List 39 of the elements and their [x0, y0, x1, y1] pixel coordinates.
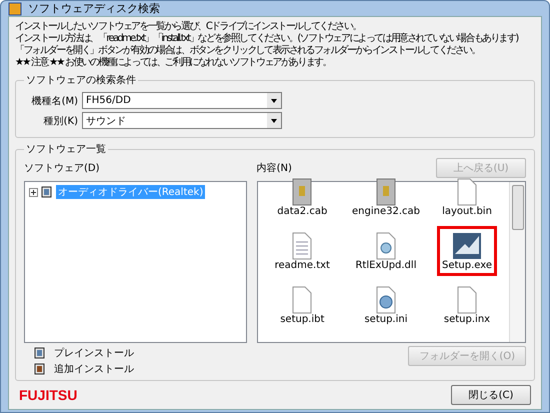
highlighted-file[interactable]: Setup.exe	[436, 226, 497, 276]
expand-icon[interactable]	[29, 188, 38, 196]
dropdown-field[interactable]: サウンド	[82, 112, 282, 129]
installer-icon	[41, 186, 53, 198]
window-title: ソフトウェアディスク検索	[28, 1, 160, 16]
logo: FUJITSU	[19, 387, 78, 403]
file-item[interactable]: setup.inx	[436, 280, 497, 330]
app-icon	[8, 2, 22, 16]
settings-file-icon	[374, 286, 397, 314]
installer-icon	[34, 346, 46, 358]
file-icon	[456, 286, 478, 314]
installer-icon	[34, 362, 46, 374]
file-item[interactable]: setup.ibt	[270, 280, 335, 330]
file-item[interactable]: data2.cab	[270, 172, 335, 222]
file-icon	[291, 286, 314, 314]
application-icon	[452, 232, 482, 260]
scrollbar[interactable]	[509, 182, 525, 342]
group-title: ソフトウェアの検索条件	[25, 74, 137, 87]
field-label: 機種名(M)	[30, 94, 78, 108]
text-file-icon	[291, 232, 314, 260]
instruction-text: 「フォルダーを開く」ボタンが有効の場合は、ボタンをクリックして表示されるフォルダーからインストールしてください。	[15, 45, 481, 56]
content-label: 内容(N)	[256, 162, 292, 175]
legend-label: 追加インストール	[54, 362, 134, 376]
legend-label: プレインストール	[54, 346, 134, 360]
dropdown-field[interactable]: FH56/DD	[82, 92, 282, 109]
instruction-text: インストール方法は、「readme.txt」「install.txt」などを参照してください。(ソフトウェアによっては用意されていない場合もあります)	[15, 33, 520, 44]
file-item[interactable]: engine32.cab	[346, 172, 425, 222]
group-title: ソフトウェア一覧	[25, 143, 107, 156]
instruction-text: ★★ 注意 ★★ お使いの機種によっては、ご利用になれないソフトウェアがあります。	[15, 57, 332, 69]
file-item[interactable]: setup.ini	[346, 280, 425, 330]
field-label: 種別(K)	[42, 114, 78, 128]
archive-icon	[290, 178, 314, 206]
instruction-text: インストールしたいソフトウェアを一覧から選び、Cドライブにインストールしてください。	[15, 21, 362, 32]
file-item[interactable]: readme.txt	[270, 226, 335, 276]
tree-label: ソフトウェア(D)	[24, 162, 100, 175]
settings-file-icon	[374, 232, 397, 260]
close-button[interactable]: 閉じる(C)	[451, 385, 531, 405]
file-item[interactable]: RtlExUpd.dll	[346, 226, 425, 276]
archive-icon	[374, 178, 398, 206]
